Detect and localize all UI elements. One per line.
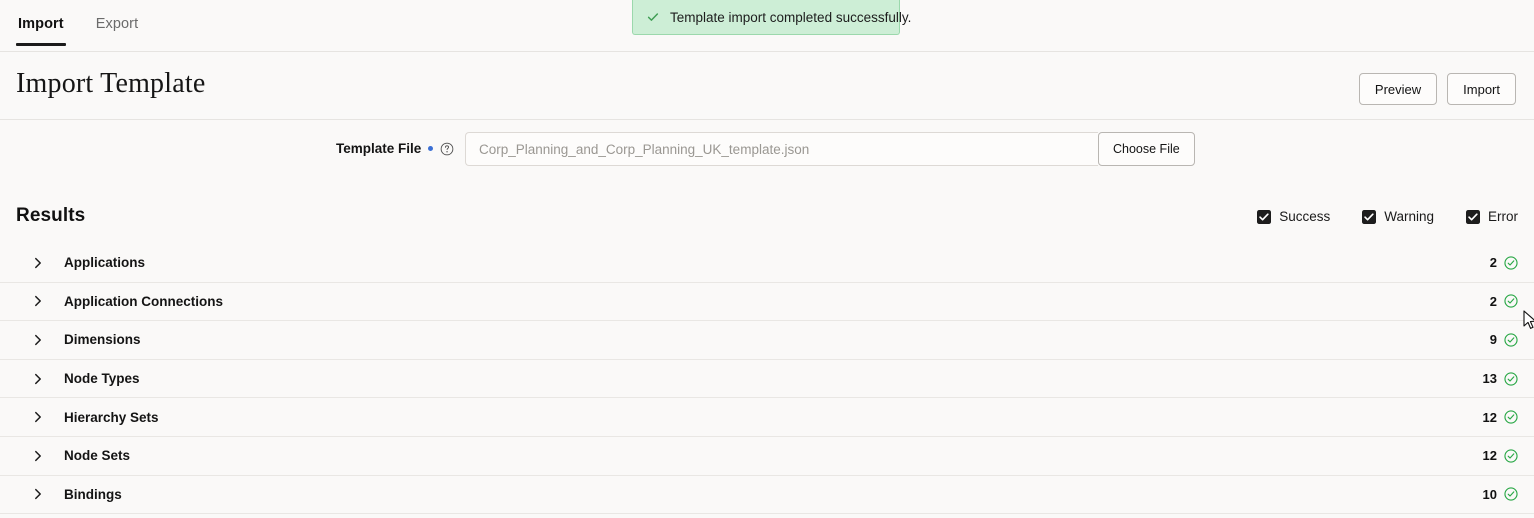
row-label: Node Types [64,371,140,387]
row-status-group: 2 [1490,294,1518,309]
chevron-right-icon[interactable] [32,334,44,346]
tab-import-label: Import [18,16,64,32]
row-status-group: 10 [1483,487,1518,502]
table-row[interactable]: Hierarchy Sets 12 [0,398,1534,437]
success-check-circle-icon [1504,294,1518,308]
checkbox-checked-icon[interactable] [1257,209,1272,224]
preview-button[interactable]: Preview [1358,73,1438,105]
check-icon [647,13,659,21]
filter-warning-label: Warning [1384,209,1434,224]
tab-list: Import Export [16,0,140,52]
row-label: Node Sets [64,448,131,464]
success-check-circle-icon [1504,449,1518,463]
table-row[interactable]: Applications 2 [0,244,1534,283]
checkbox-checked-icon[interactable] [1466,209,1480,224]
success-check-circle-icon [1504,487,1518,501]
success-check-circle-icon [1504,333,1518,347]
row-status-group: 13 [1483,371,1518,386]
row-count: 2 [1489,293,1497,309]
row-status-group: 2 [1490,255,1518,270]
row-status-group: 12 [1483,410,1518,425]
tab-export[interactable]: Export [94,0,141,32]
filter-error[interactable]: Error [1466,209,1518,224]
required-indicator-icon [428,146,434,151]
template-file-label-group: Template File [336,141,454,156]
chevron-right-icon[interactable] [32,295,44,307]
chevron-right-icon[interactable] [32,257,44,269]
row-count: 9 [1489,332,1497,348]
row-label: Application Connections [64,293,224,309]
row-count: 12 [1482,448,1497,464]
filter-error-label: Error [1488,209,1518,224]
question-circle-icon[interactable] [440,142,454,156]
page-header: Import Template Preview Import [0,52,1534,120]
chevron-right-icon[interactable] [32,450,44,462]
success-toast: Template import completed successfully. [632,0,911,35]
table-row[interactable]: Node Sets 12 [0,437,1534,476]
import-button[interactable]: Import [1447,73,1516,105]
success-check-circle-icon [1504,256,1518,270]
chevron-right-icon[interactable] [32,488,44,500]
toast-message: Template import completed successfully. [670,9,912,25]
table-row[interactable]: Application Connections 2 [0,283,1534,322]
results-title: Results [16,205,86,226]
results-header: Results Success Warning Error [0,200,1534,240]
row-status-group: 12 [1483,448,1518,463]
row-label: Hierarchy Sets [64,409,159,425]
table-row[interactable]: Bindings 10 [0,476,1534,515]
table-row[interactable]: Dimensions 9 [0,321,1534,360]
success-check-circle-icon [1504,410,1518,424]
chevron-right-icon[interactable] [32,373,44,385]
chevron-right-icon[interactable] [32,411,44,423]
filter-warning[interactable]: Warning [1362,209,1434,224]
template-file-label: Template File [336,141,422,156]
checkbox-checked-icon[interactable] [1362,209,1377,224]
page-title: Import Template [16,68,206,99]
filter-success-label: Success [1279,209,1331,224]
row-status-group: 9 [1490,332,1518,347]
template-file-input-group: Choose File [465,132,1195,166]
results-list: Applications 2 Application Connections 2 [0,244,1534,515]
row-label: Dimensions [64,332,141,348]
tab-import[interactable]: Import [16,0,66,46]
header-actions: Preview Import [1358,73,1516,105]
import-template-page: Import Export Template import completed … [0,0,1534,518]
row-count: 13 [1482,371,1497,387]
results-filters: Success Warning Error [1257,209,1518,224]
template-file-input[interactable] [465,132,1098,166]
filter-success[interactable]: Success [1257,209,1330,224]
row-label: Applications [64,255,146,271]
success-check-circle-icon [1504,371,1518,386]
row-count: 2 [1489,255,1497,271]
table-row[interactable]: Node Types 13 [0,360,1534,399]
row-count: 12 [1482,409,1497,425]
row-label: Bindings [64,486,122,502]
row-count: 10 [1482,486,1497,502]
tab-export-label: Export [95,16,139,32]
choose-file-button[interactable]: Choose File [1098,132,1195,166]
